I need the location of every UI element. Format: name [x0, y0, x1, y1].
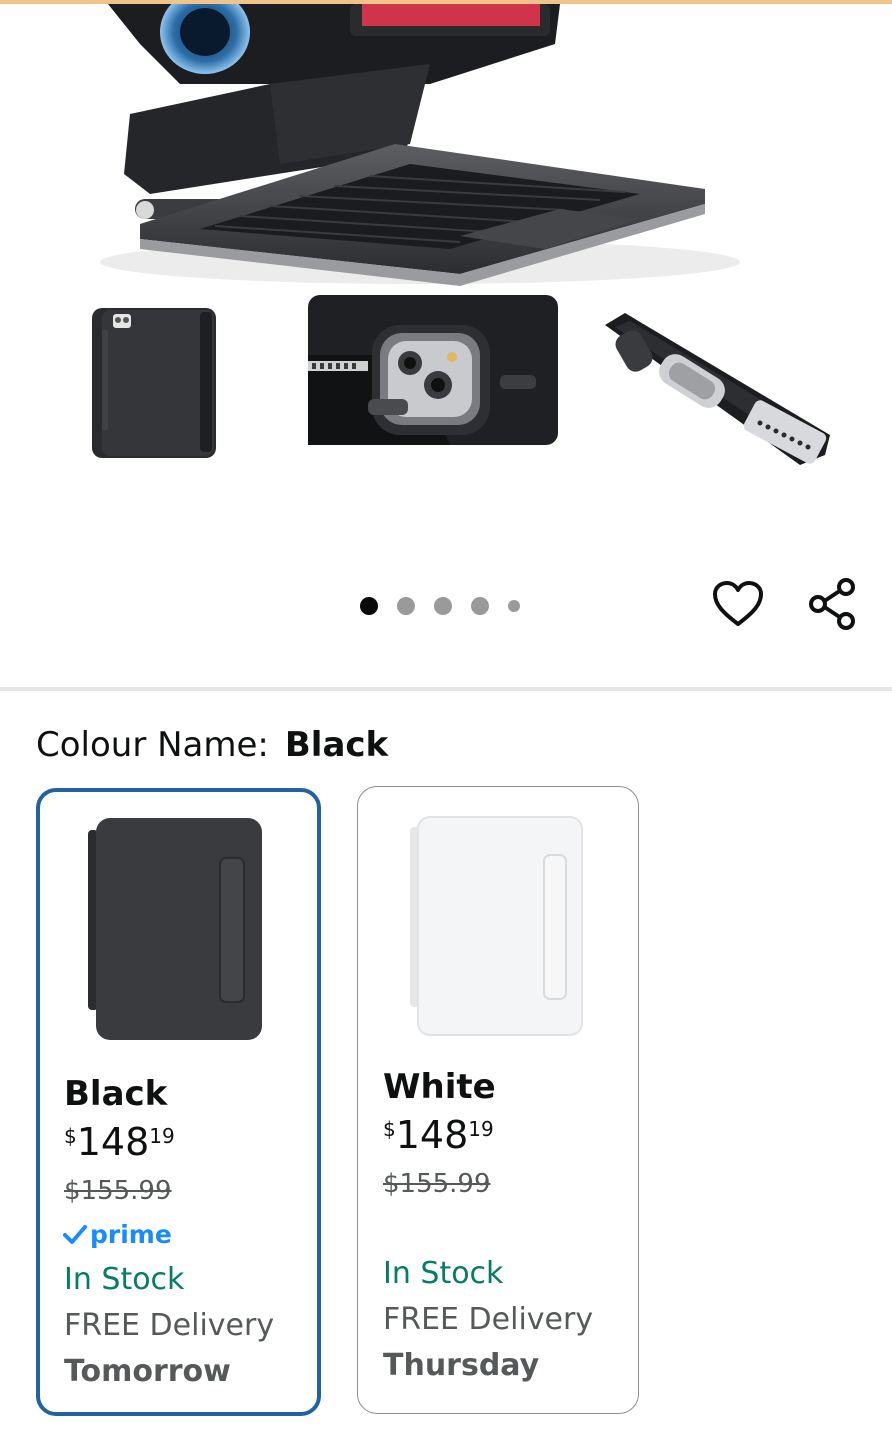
swatch-name: White — [383, 1067, 496, 1107]
share-icon — [806, 577, 858, 635]
checkmark-icon — [63, 1224, 87, 1244]
swatch-price: $14819 — [64, 1120, 175, 1164]
carousel-dot[interactable] — [397, 597, 415, 615]
carousel-dot[interactable] — [434, 597, 452, 615]
share-button[interactable] — [802, 576, 862, 636]
product-thumbnail-port[interactable] — [595, 305, 835, 475]
colour-name-label: Colour Name: — [36, 725, 269, 765]
delivery-day: Tomorrow — [64, 1354, 231, 1389]
swatch-image-white — [358, 787, 638, 1051]
carousel-dot[interactable] — [471, 597, 489, 615]
image-carousel-dots[interactable] — [360, 596, 539, 616]
stock-status: In Stock — [64, 1262, 185, 1297]
delivery-day: Thursday — [383, 1348, 540, 1383]
colour-name-value: Black — [284, 725, 389, 765]
product-main-image[interactable] — [0, 0, 892, 304]
swatch-name: Black — [64, 1074, 168, 1114]
carousel-dot-active[interactable] — [360, 597, 378, 615]
add-to-wishlist-button[interactable] — [708, 576, 768, 636]
delivery-text: FREE Delivery — [64, 1308, 275, 1343]
colour-option-black[interactable]: Black $14819 $155.99 prime In Stock FREE… — [36, 788, 321, 1416]
heart-icon — [712, 580, 764, 632]
swatch-image-black — [40, 792, 317, 1066]
product-thumbnail-camera[interactable] — [300, 295, 562, 445]
stock-status: In Stock — [383, 1256, 504, 1291]
delivery-text: FREE Delivery — [383, 1302, 594, 1337]
carousel-dot[interactable] — [508, 600, 520, 612]
swatch-list-price: $155.99 — [383, 1169, 491, 1199]
swatch-price: $14819 — [383, 1113, 494, 1157]
swatch-list-price: $155.99 — [64, 1176, 172, 1206]
prime-badge: prime — [62, 1220, 172, 1249]
colour-name-row: Colour Name: Black — [36, 724, 388, 766]
product-thumbnail-back[interactable] — [80, 300, 230, 465]
colour-option-white[interactable]: White $14819 $155.99 In Stock FREE Deliv… — [357, 786, 639, 1414]
section-divider — [0, 687, 892, 691]
